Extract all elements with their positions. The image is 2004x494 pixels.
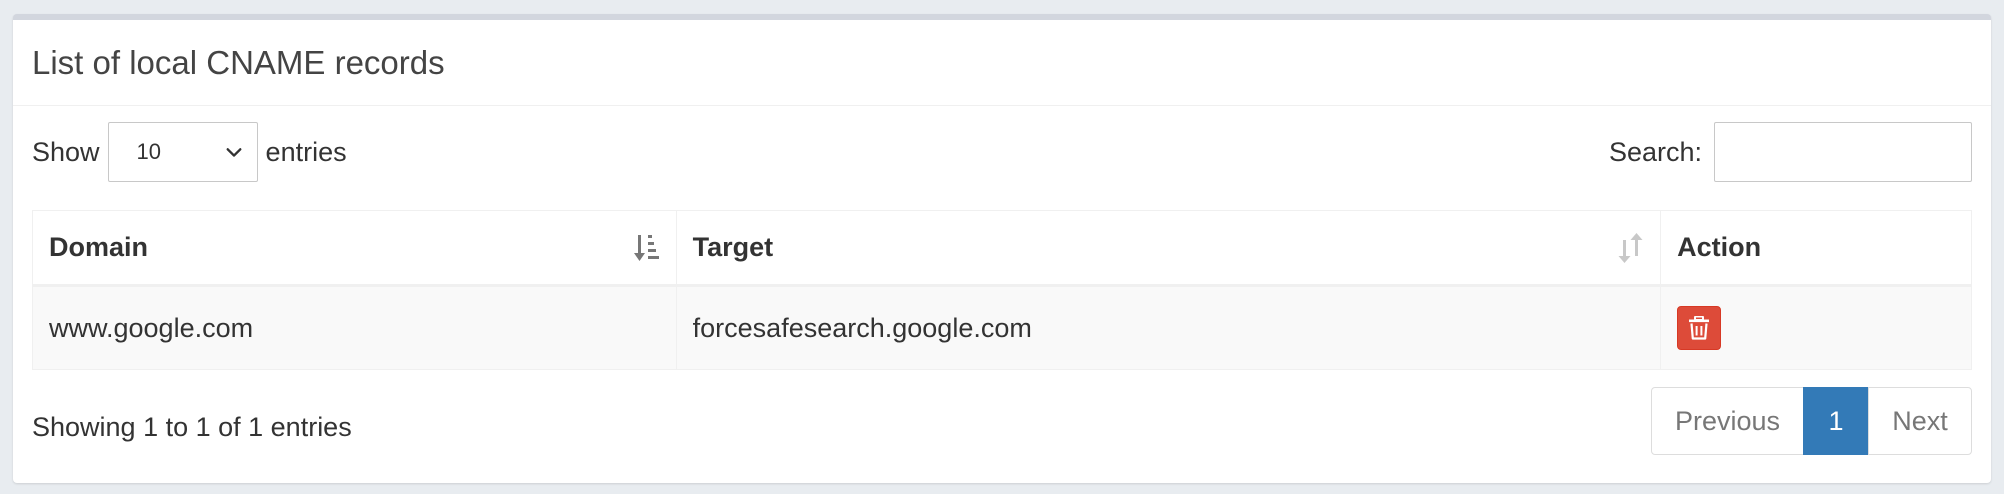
sort-both-icon (1618, 232, 1643, 263)
box-header: List of local CNAME records (13, 20, 1991, 106)
search-control: Search: (1609, 122, 1972, 182)
table-header-row: Domain Target Action (32, 210, 1972, 287)
search-label: Search: (1608, 136, 1702, 167)
sort-amount-asc-icon (633, 234, 659, 261)
page-1-button[interactable]: 1 (1803, 387, 1869, 455)
page-length-control: Show 10 entries (32, 122, 347, 182)
trash-icon (1689, 316, 1710, 340)
page-length-value: 10 (136, 139, 162, 164)
previous-page-button[interactable]: Previous (1651, 387, 1804, 455)
pagination: Previous 1 Next (1651, 387, 1972, 455)
table-controls: Show 10 entries Search: (32, 121, 1972, 183)
column-header-domain[interactable]: Domain (32, 210, 677, 287)
cname-records-box: List of local CNAME records Show 10 entr… (13, 14, 1991, 483)
page-length-select[interactable]: 10 (107, 122, 258, 182)
table-row: www.google.com forcesafesearch.google.co… (32, 285, 1972, 370)
show-label: Show (32, 136, 100, 167)
table-info: Showing 1 to 1 of 1 entries (32, 412, 352, 442)
entries-label: entries (265, 136, 347, 167)
column-label-domain: Domain (49, 232, 149, 262)
column-header-target[interactable]: Target (675, 210, 1662, 287)
cname-table: Domain Target Action www.google.com forc… (32, 210, 1972, 370)
column-label-action: Action (1677, 232, 1762, 262)
next-page-button[interactable]: Next (1868, 387, 1972, 455)
delete-record-button[interactable] (1677, 306, 1722, 350)
search-input[interactable] (1714, 122, 1972, 182)
cell-target: forcesafesearch.google.com (675, 285, 1662, 370)
chevron-down-icon (226, 148, 242, 157)
cell-action (1660, 285, 1972, 370)
box-title: List of local CNAME records (32, 43, 445, 81)
column-label-target: Target (692, 232, 774, 262)
cell-domain: www.google.com (32, 285, 677, 370)
column-header-action: Action (1660, 210, 1972, 287)
